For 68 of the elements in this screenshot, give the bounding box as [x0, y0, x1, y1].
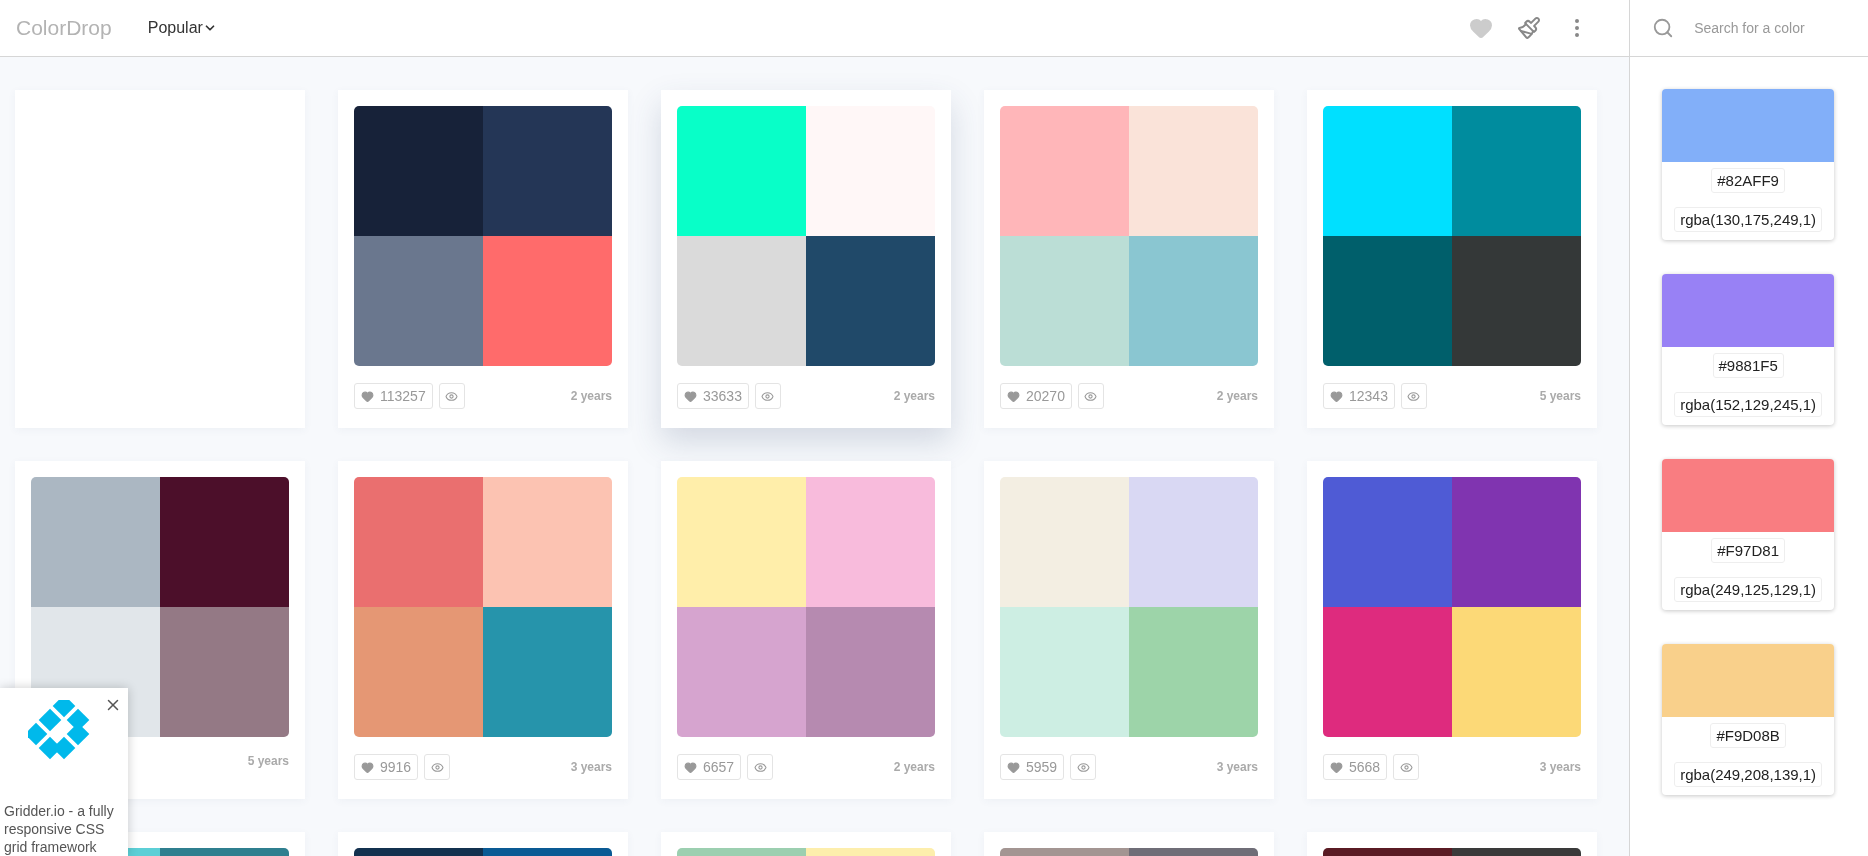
palette-card[interactable]: 9916 3 years — [338, 461, 628, 799]
palette-age: 3 years — [1216, 760, 1258, 774]
heart-icon[interactable] — [1469, 16, 1494, 40]
palette-age: 5 years — [247, 754, 289, 768]
search-field[interactable]: Search for a color — [1692, 19, 1847, 37]
palette-card[interactable]: 12343 5 years — [1307, 90, 1597, 428]
heart-icon — [1330, 760, 1343, 774]
hex-code: #F9D08B — [1710, 723, 1786, 748]
color-card[interactable]: #9881F5 rgba(152,129,245,1) — [1662, 274, 1835, 425]
heart-icon — [1007, 760, 1020, 774]
sort-dropdown[interactable]: Popular — [147, 19, 217, 37]
paintbrush-icon[interactable] — [1517, 16, 1542, 40]
like-button[interactable]: 12343 — [1323, 383, 1395, 409]
rgba-code: rgba(249,125,129,1) — [1674, 577, 1823, 602]
view-button[interactable] — [438, 383, 465, 409]
view-button[interactable] — [1077, 383, 1104, 409]
eye-icon — [761, 389, 775, 403]
view-button[interactable] — [1070, 754, 1097, 780]
palette-age: 2 years — [893, 760, 935, 774]
like-button[interactable]: 5959 — [1000, 754, 1065, 780]
palette-age: 3 years — [1539, 760, 1581, 774]
color-card[interactable]: #F9D08B rgba(249,208,139,1) — [1662, 644, 1835, 795]
rgba-code: rgba(130,175,249,1) — [1674, 207, 1823, 232]
eye-icon — [1407, 389, 1421, 403]
palette-age: 2 years — [1216, 389, 1258, 403]
heart-icon — [1330, 389, 1343, 403]
eye-icon — [445, 389, 459, 403]
palette-card[interactable]: 5668 3 years — [1307, 461, 1597, 799]
rgba-code: rgba(152,129,245,1) — [1674, 392, 1823, 417]
like-button[interactable]: 20270 — [1000, 383, 1072, 409]
palette-card[interactable]: 113257 2 years — [338, 90, 628, 428]
view-button[interactable] — [754, 383, 781, 409]
palette-age: 5 years — [1539, 389, 1581, 403]
view-button[interactable] — [747, 754, 774, 780]
eye-icon — [1076, 760, 1090, 774]
like-button[interactable]: 5668 — [1323, 754, 1388, 780]
heart-icon — [684, 760, 697, 774]
palette-card[interactable]: 33633 2 years — [661, 90, 951, 428]
heart-icon — [684, 389, 697, 403]
heart-icon — [361, 760, 374, 774]
hex-code: #82AFF9 — [1711, 168, 1785, 193]
palette-card[interactable]: 5959 3 years — [984, 461, 1274, 799]
like-button[interactable]: 113257 — [354, 383, 433, 409]
palette-card[interactable]: 20270 2 years — [984, 90, 1274, 428]
color-card[interactable]: #82AFF9 rgba(130,175,249,1) — [1662, 89, 1835, 240]
search-icon — [1652, 17, 1675, 39]
palette-age: 2 years — [570, 389, 612, 403]
like-button[interactable]: 9916 — [354, 754, 419, 780]
logo[interactable]: ColorDrop — [16, 16, 112, 40]
palette-age: 3 years — [570, 760, 612, 774]
like-button[interactable]: 33633 — [677, 383, 749, 409]
hex-code: #F97D81 — [1711, 538, 1785, 563]
rgba-code: rgba(249,208,139,1) — [1674, 762, 1823, 787]
eye-icon — [1399, 760, 1413, 774]
color-card[interactable]: #F97D81 rgba(249,125,129,1) — [1662, 459, 1835, 610]
view-button[interactable] — [424, 754, 451, 780]
heart-icon — [361, 389, 374, 403]
view-button[interactable] — [1400, 383, 1427, 409]
like-button[interactable]: 6657 — [677, 754, 742, 780]
view-button[interactable] — [1393, 754, 1420, 780]
eye-icon — [430, 760, 444, 774]
eye-icon — [1084, 389, 1098, 403]
palette-card[interactable]: 6657 2 years — [661, 461, 951, 799]
palette-age: 2 years — [893, 389, 935, 403]
hex-code: #9881F5 — [1712, 353, 1784, 378]
ad-text[interactable]: Gridder.io - a fully responsive CSS grid framework — [4, 802, 126, 856]
eye-icon — [753, 760, 767, 774]
heart-icon — [1007, 389, 1020, 403]
